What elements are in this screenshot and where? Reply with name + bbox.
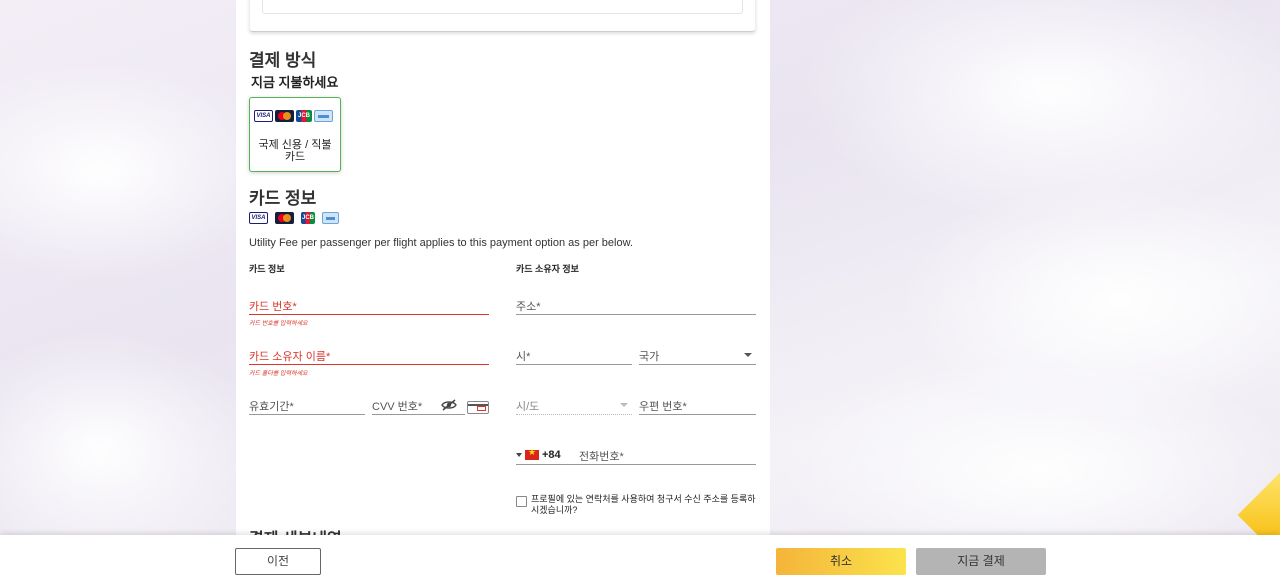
use-profile-contact-checkbox[interactable] — [516, 496, 527, 507]
use-profile-contact-label: 프로필에 있는 연락처를 사용하여 청구서 수신 주소를 등록하시겠습니까? — [531, 494, 756, 515]
address-placeholder: 주소* — [516, 301, 541, 313]
phone-field[interactable]: 전화번호* — [516, 443, 756, 465]
payment-method-heading: 결제 방식 — [249, 51, 317, 70]
city-field[interactable]: 시* — [516, 343, 632, 365]
mastercard-logo — [275, 212, 294, 224]
visa-logo — [254, 110, 273, 122]
eye-slash-icon[interactable] — [441, 399, 457, 411]
cardholder-info-column-title: 카드 소유자 정보 — [516, 264, 579, 274]
chevron-down-icon — [620, 403, 628, 407]
card-number-error: 카드 번호를 입력하세요 — [249, 321, 308, 327]
postal-code-placeholder: 우편 번호* — [639, 401, 687, 413]
chevron-down-icon — [744, 353, 752, 357]
accepted-cards — [249, 212, 339, 224]
postal-code-field[interactable]: 우편 번호* — [639, 393, 756, 415]
footer-bar: 이전 취소 지금 결제 — [0, 535, 1280, 585]
cardholder-name-error: 카드 홀더를 입력하세요 — [249, 371, 308, 377]
previous-section-card — [249, 0, 756, 32]
amex-logo — [322, 212, 339, 224]
card-number-placeholder: 카드 번호* — [249, 301, 297, 313]
utility-fee-notice: Utility Fee per passenger per flight app… — [249, 237, 633, 249]
address-field[interactable]: 주소* — [516, 293, 756, 315]
phone-placeholder: 전화번호* — [579, 451, 624, 463]
city-placeholder: 시* — [516, 351, 531, 363]
cvv-card-icon — [467, 401, 489, 414]
payment-panel: 결제 방식 지금 지불하세요 국제 신용 / 직불 카드 카드 정보 Utili… — [236, 0, 770, 535]
cardholder-name-field[interactable]: 카드 소유자 이름* — [249, 343, 489, 365]
jcb-logo — [301, 212, 315, 224]
mastercard-logo — [275, 110, 294, 122]
cvv-placeholder: CVV 번호* — [372, 401, 423, 413]
cancel-button[interactable]: 취소 — [776, 548, 906, 575]
pay-now-subheading: 지금 지불하세요 — [251, 75, 339, 90]
cardholder-name-placeholder: 카드 소유자 이름* — [249, 351, 331, 363]
card-number-field[interactable]: 카드 번호* — [249, 293, 489, 315]
international-card-option[interactable]: 국제 신용 / 직불 카드 — [249, 97, 341, 172]
card-option-label: 국제 신용 / 직불 카드 — [258, 139, 332, 163]
previous-button[interactable]: 이전 — [235, 548, 321, 575]
jcb-logo — [296, 110, 312, 122]
visa-logo — [249, 212, 268, 224]
card-info-heading: 카드 정보 — [249, 189, 317, 208]
card-info-column-title: 카드 정보 — [249, 264, 285, 274]
country-select[interactable]: 국가 — [639, 343, 756, 365]
state-placeholder: 시/도 — [516, 401, 540, 413]
amex-logo — [314, 110, 333, 122]
country-placeholder: 국가 — [639, 351, 660, 363]
state-select[interactable]: 시/도 — [516, 393, 632, 415]
expiry-placeholder: 유효기간* — [249, 401, 294, 413]
payment-details-heading: 결제 세부내역 — [249, 525, 342, 535]
pay-now-button[interactable]: 지금 결제 — [916, 548, 1046, 575]
expiry-field[interactable]: 유효기간* — [249, 393, 365, 415]
